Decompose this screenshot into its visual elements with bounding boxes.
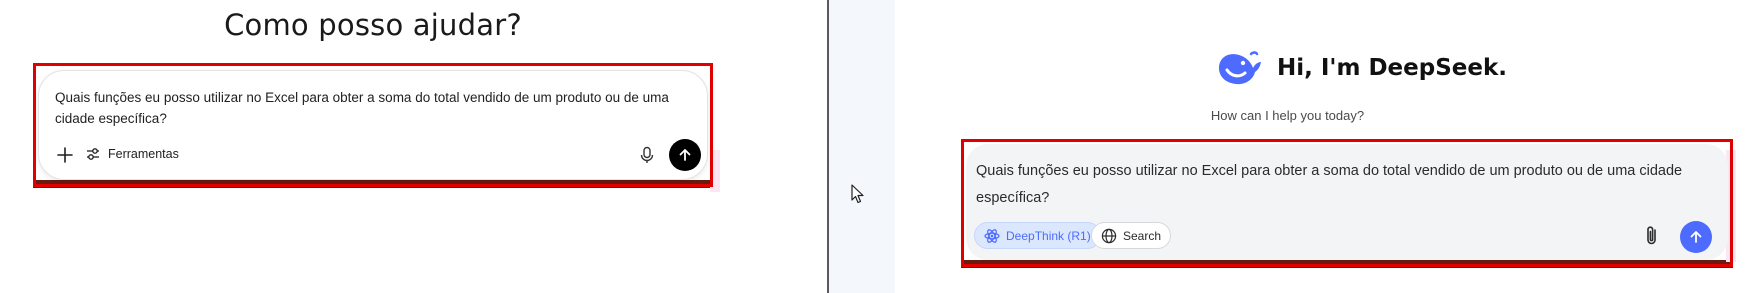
prompt-composer[interactable]: Quais funções eu posso utilizar no Excel… — [38, 70, 708, 180]
arrow-up-icon — [1690, 231, 1702, 243]
highlight-overlay — [710, 150, 720, 192]
paperclip-icon[interactable] — [1642, 225, 1662, 247]
send-button[interactable] — [1680, 221, 1712, 253]
deepseek-pane: Hi, I'm DeepSeek. How can I help you tod… — [829, 0, 1746, 293]
prompt-input[interactable]: Quais funções eu posso utilizar no Excel… — [55, 87, 695, 129]
highlight-shadow — [33, 180, 713, 188]
sidebar — [829, 0, 895, 293]
tools-label: Ferramentas — [108, 147, 179, 161]
highlight-shadow — [961, 260, 1733, 268]
prompt-input[interactable]: Quais funções eu posso utilizar no Excel… — [976, 158, 1716, 212]
globe-icon — [1101, 228, 1117, 243]
greeting-header: Hi, I'm DeepSeek. — [1215, 48, 1507, 88]
deepseek-whale-logo — [1219, 51, 1261, 85]
deepthink-toggle[interactable]: DeepThink (R1) — [974, 222, 1101, 249]
plus-icon[interactable] — [55, 145, 75, 165]
arrow-up-icon — [679, 149, 691, 161]
mouse-cursor-icon — [851, 184, 864, 204]
search-toggle[interactable]: Search — [1091, 222, 1172, 249]
search-label: Search — [1123, 228, 1162, 243]
send-button[interactable] — [669, 139, 701, 171]
deepthink-label: DeepThink (R1) — [1006, 228, 1091, 243]
atom-icon — [984, 228, 1000, 243]
sliders-icon — [87, 148, 99, 160]
prompt-composer[interactable]: Quais funções eu posso utilizar no Excel… — [966, 144, 1728, 260]
greeting-subtitle: How can I help you today? — [1210, 108, 1365, 123]
page-title: Como posso ajudar? — [224, 8, 522, 42]
tools-button[interactable]: Ferramentas — [85, 146, 179, 162]
microphone-icon[interactable] — [639, 146, 655, 164]
chatgpt-pane: Como posso ajudar? Quais funções eu poss… — [0, 0, 828, 293]
greeting-title: Hi, I'm DeepSeek. — [1277, 55, 1507, 81]
